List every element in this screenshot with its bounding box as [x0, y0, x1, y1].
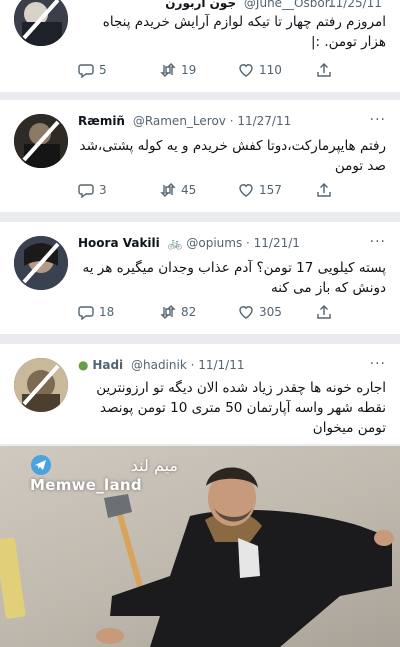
like-button[interactable]: 157 — [238, 182, 282, 198]
like-count: 305 — [259, 305, 282, 319]
watermark-en: Memwe_land — [30, 476, 142, 494]
display-name[interactable]: Ræmiñ — [78, 114, 125, 128]
more-options-icon[interactable]: ··· — [370, 356, 386, 372]
display-name[interactable]: Hoora Vakili — [78, 236, 160, 250]
tweet-text: اجاره خونه ها چقدر زیاد شده الان دیگه تو… — [96, 380, 386, 436]
reply-icon — [78, 306, 94, 320]
heart-icon — [239, 306, 253, 319]
reply-count: 3 — [99, 183, 107, 197]
tweet-text: امروزم رفتم چهار تا تیکه لوازم آرایش خری… — [102, 14, 386, 50]
avatar[interactable] — [14, 236, 68, 290]
handle[interactable]: 🚲 @opiums · 11/21/1 — [168, 236, 300, 250]
telegram-icon — [31, 455, 51, 475]
more-options-icon[interactable]: ··· — [370, 112, 386, 128]
like-button[interactable]: 110 — [238, 62, 282, 78]
tweet-3[interactable]: Hoora Vakili 🚲 @opiums · 11/21/1 پسته کی… — [0, 222, 400, 334]
tweet-text: پسته کیلویی 17 تومن؟ آدم عذاب وجدان میگی… — [82, 260, 386, 296]
retweet-button[interactable]: 45 — [160, 182, 196, 198]
retweet-icon — [160, 305, 176, 319]
reply-button[interactable]: 3 — [78, 182, 107, 198]
reply-button[interactable]: 5 — [78, 62, 107, 78]
share-icon — [317, 305, 331, 319]
heart-icon — [239, 64, 253, 77]
retweet-button[interactable]: 19 — [160, 62, 196, 78]
avatar[interactable] — [14, 0, 68, 46]
watermark-fa: میم لند — [130, 455, 178, 475]
tweet-actions: 18 82 305 — [78, 304, 360, 322]
handle[interactable]: @hadinik · 11/1/11 — [131, 358, 245, 372]
reply-icon — [78, 184, 94, 198]
avatar[interactable] — [14, 358, 68, 412]
tweet-2[interactable]: Ræmiñ @Ramen_Lerov · 11/27/11 رفتم هایپر… — [0, 100, 400, 212]
tweet-actions: 5 19 110 — [78, 62, 360, 80]
retweet-button[interactable]: 82 — [160, 304, 196, 320]
share-button[interactable] — [316, 62, 332, 78]
meme-image: میم لند Memwe_land — [0, 446, 400, 647]
leaf-icon: ● — [78, 358, 89, 372]
heart-icon — [239, 184, 253, 197]
tweet-header: Hoora Vakili 🚲 @opiums · 11/21/1 — [78, 236, 388, 254]
reply-count: 5 — [99, 63, 107, 77]
like-count: 110 — [259, 63, 282, 77]
like-count: 157 — [259, 183, 282, 197]
handle[interactable]: @Ramen_Lerov · 11/27/11 — [133, 114, 291, 128]
tweet-4[interactable]: ● Hadi @hadinik · 11/1/11 اجاره خونه ها … — [0, 344, 400, 444]
share-button[interactable] — [316, 304, 332, 320]
retweet-count: 19 — [181, 63, 197, 77]
reply-count: 18 — [99, 305, 115, 319]
retweet-icon — [160, 63, 176, 77]
retweet-count: 45 — [181, 183, 197, 197]
tweet-header: ● Hadi @hadinik · 11/1/11 — [78, 358, 388, 376]
watermark: میم لند Memwe_land — [30, 454, 178, 494]
display-name[interactable]: Hadi — [92, 358, 123, 372]
like-button[interactable]: 305 — [238, 304, 282, 320]
display-name[interactable]: جون اربورن — [165, 0, 236, 10]
tweet-header: Ræmiñ @Ramen_Lerov · 11/27/11 — [78, 114, 388, 132]
retweet-count: 82 — [181, 305, 197, 319]
share-icon — [317, 183, 331, 197]
more-options-icon[interactable]: ··· — [370, 234, 386, 250]
share-icon — [317, 63, 331, 77]
retweet-icon — [160, 183, 176, 197]
handle[interactable]: @June__Osbor... — [244, 0, 340, 10]
share-button[interactable] — [316, 182, 332, 198]
avatar[interactable] — [14, 114, 68, 168]
reply-icon — [78, 64, 94, 78]
tweet-actions: 3 45 157 — [78, 182, 360, 200]
tweet-1[interactable]: جون اربورن @June__Osbor... 11/25/11 امرو… — [0, 0, 400, 92]
tweet-text: رفتم هایپرمارکت،دوتا کفش خریدم و یه کوله… — [79, 138, 387, 174]
reply-button[interactable]: 18 — [78, 304, 114, 320]
